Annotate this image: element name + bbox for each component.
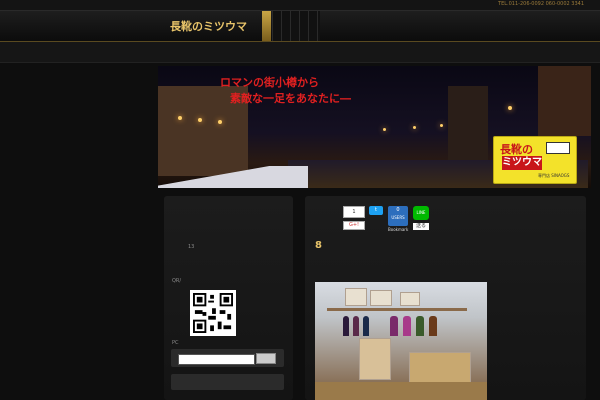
right-building xyxy=(448,86,488,166)
shoe-box xyxy=(370,290,392,306)
gplus-share-button[interactable]: 1 G+! xyxy=(343,206,365,230)
boot-display xyxy=(416,316,424,336)
hatena-label: USERS xyxy=(391,215,405,220)
street-light xyxy=(508,106,512,110)
street-light xyxy=(413,126,416,129)
header-stripes xyxy=(272,11,320,41)
banner-catchphrase-1: ロマンの街小樽から xyxy=(220,76,319,89)
hatena-bookmark-button[interactable]: 0 USERS Bookmark xyxy=(388,206,408,232)
qr-code xyxy=(190,290,236,336)
sidebar-widget-box xyxy=(171,374,284,390)
boot-display xyxy=(353,316,359,336)
boot-display xyxy=(429,316,437,336)
search-button[interactable] xyxy=(256,353,276,364)
global-nav xyxy=(0,42,600,63)
store-photo xyxy=(315,282,487,400)
logo-sub-text: 専門店 SINAOGS xyxy=(538,173,570,178)
counter-text: 13 xyxy=(188,244,195,250)
shoe-box xyxy=(345,288,367,306)
shoe-box-stack xyxy=(359,338,391,380)
logo-main-text: ミツウマ xyxy=(502,156,542,170)
shoe-box xyxy=(400,292,420,306)
brand-logo: 長靴の ミツウマ 専門店 SINAOGS xyxy=(493,136,577,184)
title-accent-bar xyxy=(262,11,271,41)
qr-code-pattern xyxy=(193,293,233,333)
street-light xyxy=(178,116,182,120)
boots-icon xyxy=(546,142,570,154)
boot-display xyxy=(343,316,349,336)
line-share-button[interactable]: LINE 送る xyxy=(413,206,429,230)
street-light xyxy=(218,120,222,124)
logo-top-text: 長靴の xyxy=(500,143,533,156)
site-header: 長靴のミツウマ xyxy=(0,11,600,42)
hero-banner: ロマンの街小樽から 素敵な一足をあなたに― 長靴の ミツウマ 専門店 SINAO… xyxy=(158,66,591,188)
boot-display xyxy=(363,316,369,336)
shelf xyxy=(327,308,467,311)
street-light xyxy=(383,128,386,131)
floor xyxy=(315,382,487,400)
street-light xyxy=(440,124,443,127)
twitter-share-button[interactable]: t xyxy=(369,206,383,215)
banner-catchphrase-2: 素敵な一足をあなたに― xyxy=(230,92,351,105)
street-light xyxy=(198,118,202,122)
gplus-label: G+! xyxy=(343,221,365,230)
post-title[interactable]: 8 xyxy=(315,240,322,251)
display-table xyxy=(409,352,471,384)
boot-display xyxy=(403,316,411,336)
far-right-building xyxy=(538,66,591,136)
twitter-icon: t xyxy=(369,206,383,215)
gplus-count: 1 xyxy=(343,206,365,218)
boot-display xyxy=(390,316,398,336)
main-content: 1 G+! t 0 USERS Bookmark LINE 送る 8 xyxy=(305,196,586,400)
tel-text: TEL.011-206-0092 060-0002 3341 xyxy=(498,1,584,7)
snow-bank xyxy=(158,166,308,188)
search-input[interactable] xyxy=(178,354,255,365)
site-title[interactable]: 長靴のミツウマ xyxy=(170,18,247,34)
line-icon: LINE xyxy=(413,206,429,220)
hatena-sub-label: Bookmark xyxy=(388,227,409,232)
qr-label: QR/ xyxy=(172,278,182,284)
sidebar: 13 QR/ PC xyxy=(164,196,293,400)
line-sub-label: 送る xyxy=(413,223,429,230)
pc-label: PC xyxy=(172,340,179,346)
hatena-count: 0 xyxy=(396,207,400,213)
top-bar: TEL.011-206-0092 060-0002 3341 xyxy=(0,0,600,11)
